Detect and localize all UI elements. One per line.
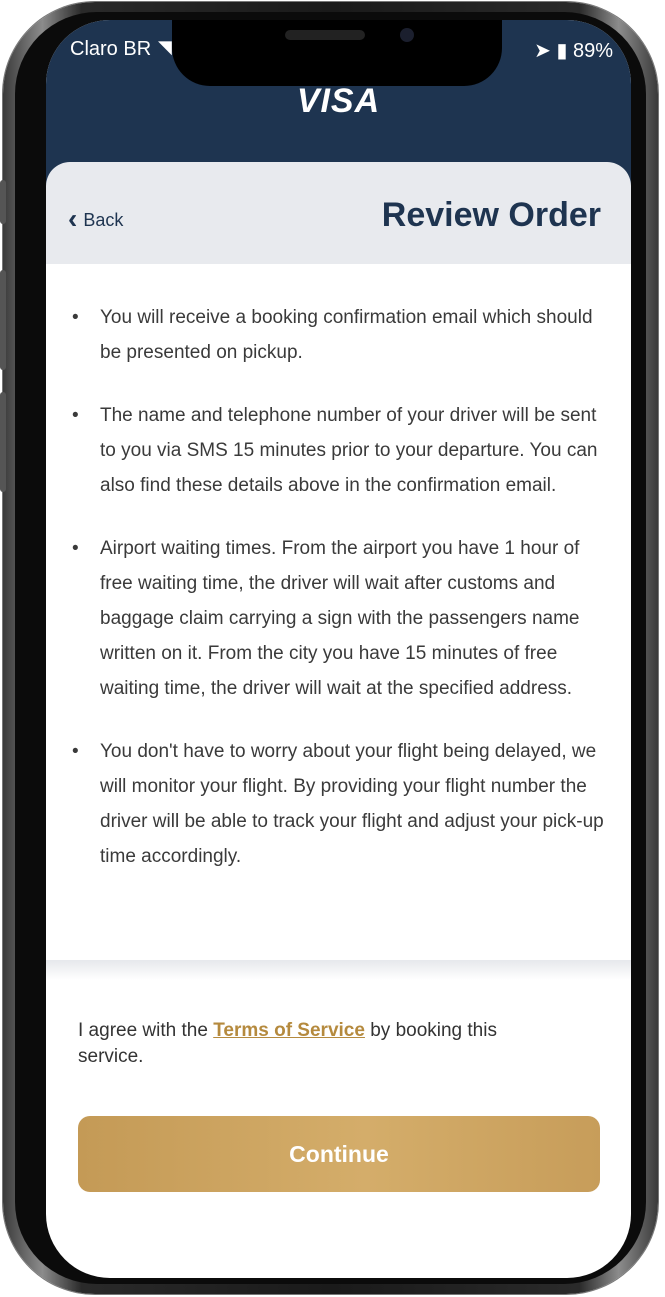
volume-up-button — [0, 270, 6, 370]
carrier-name: Claro BR — [70, 38, 152, 60]
status-right: ➤ ▮ 89% — [534, 38, 613, 63]
phone-screen: Claro BR ◥ ➤ ▮ 89% VISA ‹ Back Review Or… — [46, 20, 631, 1278]
order-notes: • You will receive a booking confirmatio… — [46, 264, 631, 960]
list-item: • Airport waiting times. From the airpor… — [70, 531, 611, 706]
terms-of-service-link[interactable]: Terms of Service — [213, 1020, 365, 1041]
speaker-grille — [285, 30, 365, 40]
page-title: Review Order — [381, 196, 601, 234]
volume-down-button — [0, 392, 6, 492]
note-text: You don't have to worry about your fligh… — [100, 741, 604, 867]
list-item: • You will receive a booking confirmatio… — [70, 300, 611, 370]
back-label: Back — [83, 210, 124, 230]
terms-prefix: I agree with the — [78, 1020, 208, 1041]
wifi-icon: ◥ — [158, 37, 172, 57]
note-text: Airport waiting times. From the airport … — [100, 538, 580, 699]
bullet: • — [72, 741, 79, 762]
list-item: • The name and telephone number of your … — [70, 398, 611, 503]
location-icon: ➤ — [534, 40, 551, 62]
back-button[interactable]: ‹ Back — [68, 202, 124, 234]
battery-icon: ▮ — [556, 40, 568, 62]
bullet: • — [72, 538, 79, 559]
page-header: ‹ Back Review Order — [46, 162, 631, 264]
brand-logo: VISA — [296, 82, 381, 120]
mute-switch — [0, 180, 6, 224]
notes-list: • You will receive a booking confirmatio… — [46, 300, 631, 874]
battery-percent: 89% — [572, 40, 613, 62]
note-text: You will receive a booking confirmation … — [100, 307, 593, 363]
list-item: • You don't have to worry about your fli… — [70, 734, 611, 874]
notch — [172, 20, 502, 86]
bullet: • — [72, 405, 79, 426]
chevron-left-icon: ‹ — [68, 202, 78, 234]
terms-agreement: I agree with the Terms of Service by boo… — [78, 1018, 518, 1070]
note-text: The name and telephone number of your dr… — [100, 405, 598, 496]
bullet: • — [72, 307, 79, 328]
front-camera — [400, 28, 414, 42]
section-divider — [46, 960, 631, 980]
continue-button[interactable]: Continue — [78, 1116, 600, 1192]
